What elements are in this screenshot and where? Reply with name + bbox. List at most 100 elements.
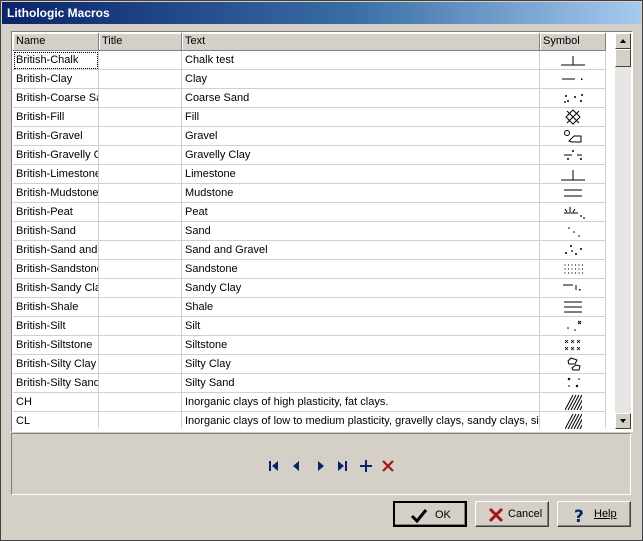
cell-name[interactable]: British-Silt <box>13 317 99 336</box>
cell-title[interactable] <box>99 51 182 70</box>
cell-title[interactable] <box>99 89 182 108</box>
cell-text[interactable]: Sandy Clay <box>182 279 540 298</box>
cell-symbol[interactable] <box>540 317 606 336</box>
cell-text[interactable]: Sandstone <box>182 260 540 279</box>
cell-symbol[interactable] <box>540 51 606 70</box>
cell-name[interactable]: British-Peat <box>13 203 99 222</box>
table-row[interactable]: British-Sandstone Sandstone <box>13 260 613 279</box>
cell-text[interactable]: Chalk test <box>182 51 540 70</box>
table-row[interactable]: British-Chalk Chalk test <box>13 51 613 70</box>
cell-symbol[interactable] <box>540 89 606 108</box>
cell-name[interactable]: British-Silty Clay <box>13 355 99 374</box>
ok-button[interactable]: OK <box>393 501 467 527</box>
cell-text[interactable]: Siltstone <box>182 336 540 355</box>
table-row[interactable]: British-Peat Peat <box>13 203 613 222</box>
macros-grid[interactable]: Name Title Text Symbol British-Chalk Chal… <box>11 31 633 432</box>
cell-title[interactable] <box>99 127 182 146</box>
table-row[interactable]: British-Silty Clay Silty Clay <box>13 355 613 374</box>
last-record-button[interactable] <box>333 457 353 475</box>
cell-title[interactable] <box>99 336 182 355</box>
table-row[interactable]: British-Clay Clay <box>13 70 613 89</box>
cell-symbol[interactable] <box>540 298 606 317</box>
title-bar[interactable]: Lithologic Macros <box>2 2 641 24</box>
table-row[interactable]: British-Gravelly C Gravelly Clay <box>13 146 613 165</box>
cell-name[interactable]: British-Sandy Clay <box>13 279 99 298</box>
cell-title[interactable] <box>99 146 182 165</box>
cell-text[interactable]: Gravel <box>182 127 540 146</box>
column-header-title[interactable]: Title <box>99 33 182 51</box>
cell-name[interactable]: British-Gravel <box>13 127 99 146</box>
cell-name[interactable]: British-Sand <box>13 222 99 241</box>
cell-title[interactable] <box>99 203 182 222</box>
table-row[interactable]: British-Silty Sand Silty Sand <box>13 374 613 393</box>
cell-symbol[interactable] <box>540 412 606 429</box>
table-row[interactable]: British-Mudstone Mudstone <box>13 184 613 203</box>
scroll-thumb[interactable] <box>615 49 631 67</box>
cell-symbol[interactable] <box>540 127 606 146</box>
cell-symbol[interactable] <box>540 70 606 89</box>
cell-name[interactable]: CH <box>13 393 99 412</box>
cell-text[interactable]: Inorganic clays of high plasticity, fat … <box>182 393 540 412</box>
cell-name[interactable]: CL <box>13 412 99 429</box>
cell-name[interactable]: British-Fill <box>13 108 99 127</box>
table-row[interactable]: British-Coarse Sa Coarse Sand <box>13 89 613 108</box>
scroll-up-button[interactable] <box>615 33 631 49</box>
cell-symbol[interactable] <box>540 222 606 241</box>
cell-symbol[interactable] <box>540 184 606 203</box>
table-row[interactable]: British-Limestone Limestone <box>13 165 613 184</box>
column-header-name[interactable]: Name <box>13 33 99 51</box>
table-row[interactable]: British-Sand Sand <box>13 222 613 241</box>
cell-title[interactable] <box>99 279 182 298</box>
cell-title[interactable] <box>99 355 182 374</box>
cell-text[interactable]: Limestone <box>182 165 540 184</box>
table-row[interactable]: British-Sand and G Sand and Gravel <box>13 241 613 260</box>
previous-record-button[interactable] <box>287 457 307 475</box>
table-row[interactable]: CL Inorganic clays of low to medium plast… <box>13 412 613 429</box>
cell-symbol[interactable] <box>540 203 606 222</box>
cell-title[interactable] <box>99 317 182 336</box>
table-row[interactable]: British-Gravel Gravel <box>13 127 613 146</box>
cell-symbol[interactable] <box>540 146 606 165</box>
cell-title[interactable] <box>99 184 182 203</box>
next-record-button[interactable] <box>311 457 331 475</box>
cell-text[interactable]: Inorganic clays of low to medium plastic… <box>182 412 540 429</box>
delete-record-button[interactable] <box>378 457 398 475</box>
cell-text[interactable]: Silty Sand <box>182 374 540 393</box>
cell-text[interactable]: Gravelly Clay <box>182 146 540 165</box>
cell-symbol[interactable] <box>540 165 606 184</box>
cell-name[interactable]: British-Sand and G <box>13 241 99 260</box>
cell-text[interactable]: Sand <box>182 222 540 241</box>
cell-name[interactable]: British-Siltstone <box>13 336 99 355</box>
cell-text[interactable]: Fill <box>182 108 540 127</box>
scroll-down-button[interactable] <box>615 413 631 429</box>
cell-symbol[interactable] <box>540 355 606 374</box>
cell-text[interactable]: Silt <box>182 317 540 336</box>
cell-symbol[interactable] <box>540 336 606 355</box>
cell-symbol[interactable] <box>540 260 606 279</box>
table-row[interactable]: British-Silt Silt <box>13 317 613 336</box>
cell-text[interactable]: Shale <box>182 298 540 317</box>
cell-symbol[interactable] <box>540 279 606 298</box>
cell-symbol[interactable] <box>540 393 606 412</box>
table-row[interactable]: British-Sandy Clay Sandy Clay <box>13 279 613 298</box>
table-row[interactable]: British-Siltstone Siltstone <box>13 336 613 355</box>
cell-symbol[interactable] <box>540 374 606 393</box>
cell-name[interactable]: British-Silty Sand <box>13 374 99 393</box>
cell-text[interactable]: Mudstone <box>182 184 540 203</box>
vertical-scrollbar[interactable] <box>615 33 631 429</box>
column-header-text[interactable]: Text <box>182 33 540 51</box>
first-record-button[interactable] <box>264 457 284 475</box>
cell-title[interactable] <box>99 108 182 127</box>
cell-title[interactable] <box>99 222 182 241</box>
cancel-button[interactable]: Cancel <box>475 501 549 527</box>
cell-name[interactable]: British-Chalk <box>13 51 99 70</box>
cell-name[interactable]: British-Sandstone <box>13 260 99 279</box>
cell-text[interactable]: Coarse Sand <box>182 89 540 108</box>
cell-name[interactable]: British-Shale <box>13 298 99 317</box>
cell-title[interactable] <box>99 241 182 260</box>
cell-text[interactable]: Silty Clay <box>182 355 540 374</box>
cell-title[interactable] <box>99 260 182 279</box>
cell-title[interactable] <box>99 374 182 393</box>
cell-text[interactable]: Sand and Gravel <box>182 241 540 260</box>
cell-name[interactable]: British-Gravelly C <box>13 146 99 165</box>
